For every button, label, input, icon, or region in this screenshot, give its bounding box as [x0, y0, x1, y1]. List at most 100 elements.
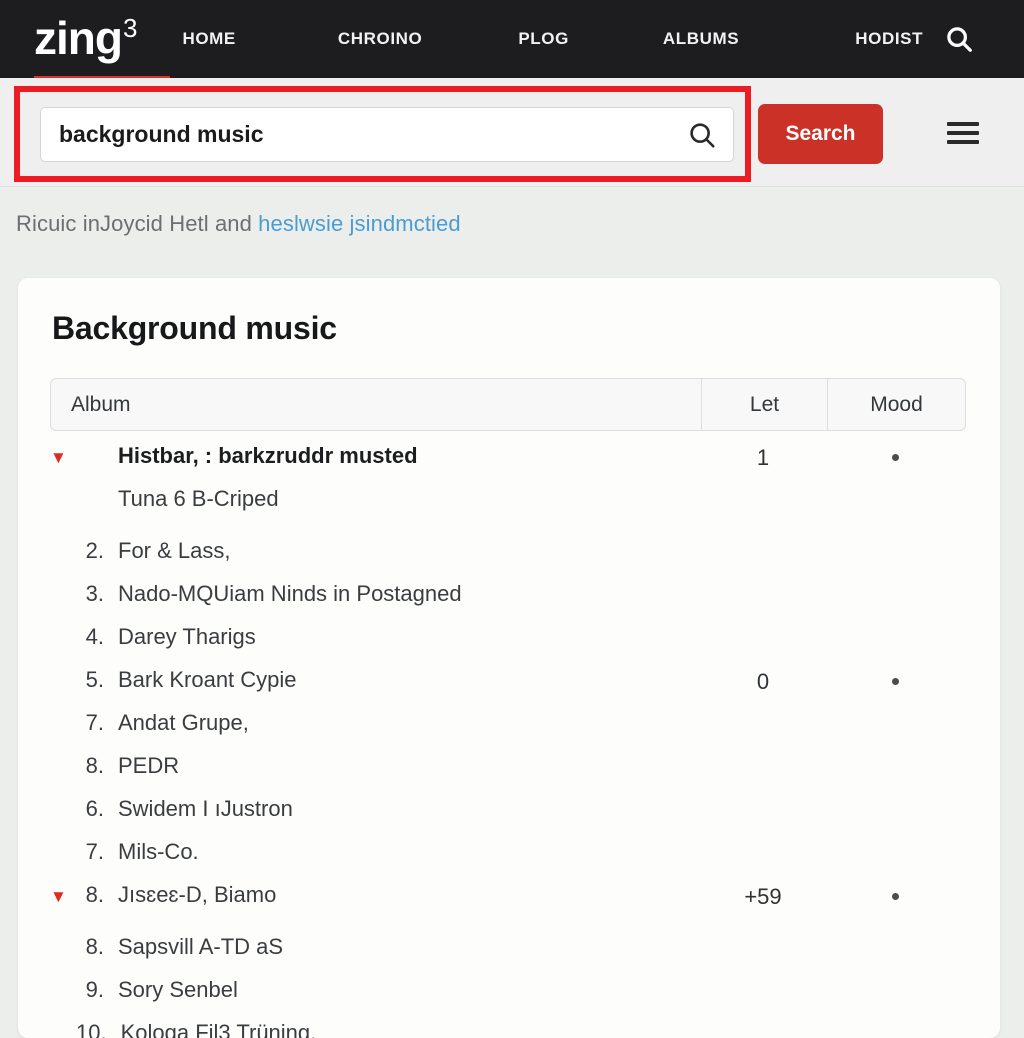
- row-album-title[interactable]: Mils-Co.: [118, 839, 199, 865]
- page-title: Background music: [52, 310, 337, 346]
- row-album-cell: ▼ 2. For & Lass,: [18, 538, 700, 568]
- row-index: 2.: [85, 538, 104, 563]
- nav-item-plog[interactable]: PLOG: [508, 29, 579, 49]
- top-navigation-bar: zing 3 HOME CHROINO PLOG ALBUMS HODIST: [0, 0, 1024, 83]
- row-album-cell: ▼ 7. Andat Grupe,: [18, 710, 700, 740]
- row-album-title[interactable]: Sory Senbel: [118, 977, 238, 1003]
- row-index: 4.: [85, 624, 104, 649]
- table-row[interactable]: ▼10. Kologa Fil3 Trüning,: [18, 1020, 1000, 1038]
- row-indent-spacer: ▼: [50, 934, 76, 964]
- table-row[interactable]: ▼ 6. Swidem I ıJustron: [18, 796, 1000, 839]
- table-row[interactable]: ▼ 8. Sapsvill A-TD aS: [18, 934, 1000, 977]
- row-album-title[interactable]: Sapsvill A-TD aS: [118, 934, 283, 960]
- breadcrumb: Ricuic inJoycid Hetl and heslwsie jsindm…: [16, 211, 461, 237]
- row-album-cell: ▼.Histbar, : barkzruddr musted: [18, 443, 700, 473]
- row-album-cell: ▼.Tuna 6 B-Criped: [18, 486, 700, 516]
- row-index: .: [76, 443, 118, 469]
- row-gap: [18, 925, 1000, 934]
- table-row[interactable]: ▼ 8. Jısɛeɛ-D, Biamo +59: [18, 882, 1000, 925]
- nav-item-albums[interactable]: ALBUMS: [653, 29, 749, 49]
- breadcrumb-link[interactable]: heslwsie jsindmctied: [258, 211, 461, 236]
- row-indent-spacer: ▼: [50, 624, 76, 654]
- search-submit-button[interactable]: Search: [758, 104, 883, 164]
- search-input[interactable]: [59, 121, 687, 148]
- burger-line: [947, 131, 979, 135]
- row-album-cell: ▼ 8. PEDR: [18, 753, 700, 783]
- row-index: 5.: [85, 667, 104, 692]
- row-album-cell: ▼ 4. Darey Tharigs: [18, 624, 700, 654]
- row-indent-spacer: ▼: [50, 667, 76, 697]
- row-let-value: 0: [756, 669, 770, 694]
- table-row[interactable]: ▼ 3. Nado-MQUiam Ninds in Postagned: [18, 581, 1000, 624]
- row-indent-spacer: ▼: [50, 753, 76, 783]
- row-album-title[interactable]: Nado-MQUiam Ninds in Postagned: [118, 581, 462, 607]
- column-header-mood[interactable]: Mood: [827, 379, 965, 430]
- row-index: 9.: [85, 977, 104, 1002]
- table-row[interactable]: ▼.Histbar, : barkzruddr musted 1: [18, 443, 1000, 486]
- site-logo[interactable]: zing 3: [34, 12, 170, 83]
- table-header-row: Album Let Mood: [50, 378, 966, 431]
- row-album-cell: ▼ 9. Sory Senbel: [18, 977, 700, 1007]
- table-row[interactable]: ▼ 2. For & Lass,: [18, 538, 1000, 581]
- nav-item-home[interactable]: HOME: [172, 29, 245, 49]
- row-index: 8.: [85, 753, 104, 778]
- row-indent-spacer: ▼: [50, 977, 76, 1007]
- burger-line: [947, 122, 979, 126]
- row-album-cell: ▼ 5. Bark Kroant Cypie: [18, 667, 700, 697]
- search-input-wrapper[interactable]: [40, 107, 734, 162]
- logo-superscript: 3: [122, 13, 138, 43]
- row-let-value: 1: [756, 445, 770, 470]
- burger-line: [947, 140, 979, 144]
- column-header-let[interactable]: Let: [701, 379, 827, 430]
- table-row[interactable]: ▼ 5. Bark Kroant Cypie 0: [18, 667, 1000, 710]
- results-list: ▼.Histbar, : barkzruddr musted 1 ▼.Tuna 6 …: [18, 443, 1000, 1038]
- row-index: 6.: [85, 796, 104, 821]
- search-icon[interactable]: [942, 22, 976, 56]
- row-indent-spacer: ▼: [50, 538, 76, 568]
- collapse-triangle-icon[interactable]: ▼: [50, 443, 76, 473]
- row-album-title[interactable]: Tuna 6 B-Criped: [118, 486, 279, 512]
- row-album-cell: ▼ 8. Jısɛeɛ-D, Biamo: [18, 882, 700, 912]
- row-album-cell: ▼ 7. Mils-Co.: [18, 839, 700, 869]
- table-row[interactable]: ▼ 8. PEDR: [18, 753, 1000, 796]
- table-row[interactable]: ▼.Tuna 6 B-Criped: [18, 486, 1000, 529]
- nav-item-hodist[interactable]: HODIST: [845, 29, 933, 49]
- row-indent-spacer: ▼: [50, 710, 76, 740]
- search-icon[interactable]: [687, 120, 717, 150]
- row-indent-spacer: ▼: [50, 486, 76, 516]
- row-mood-value: [826, 667, 964, 697]
- row-album-title[interactable]: Kologa Fil3 Trüning,: [121, 1020, 317, 1038]
- row-album-title[interactable]: Bark Kroant Cypie: [118, 667, 297, 693]
- row-let-value: +59: [744, 884, 782, 909]
- row-indent-spacer: ▼: [50, 839, 76, 869]
- row-album-cell: ▼ 6. Swidem I ıJustron: [18, 796, 700, 826]
- row-album-title[interactable]: PEDR: [118, 753, 179, 779]
- table-row[interactable]: ▼ 4. Darey Tharigs: [18, 624, 1000, 667]
- row-album-cell: ▼10. Kologa Fil3 Trüning,: [18, 1020, 700, 1038]
- breadcrumb-text: Ricuic inJoycid Hetl and: [16, 211, 259, 236]
- row-indent-spacer: ▼: [50, 581, 76, 611]
- row-index: 8.: [85, 882, 104, 907]
- row-album-title[interactable]: Jısɛeɛ-D, Biamo: [118, 882, 276, 908]
- row-gap: [18, 529, 1000, 538]
- nav-links: HOME CHROINO PLOG ALBUMS HODIST: [172, 0, 942, 78]
- table-row[interactable]: ▼ 7. Mils-Co.: [18, 839, 1000, 882]
- hamburger-menu-icon[interactable]: [947, 119, 979, 147]
- row-album-title[interactable]: Histbar, : barkzruddr musted: [118, 443, 418, 469]
- column-header-album[interactable]: Album: [51, 379, 701, 430]
- row-album-title[interactable]: Darey Tharigs: [118, 624, 256, 650]
- row-album-cell: ▼ 8. Sapsvill A-TD aS: [18, 934, 700, 964]
- row-album-title[interactable]: Andat Grupe,: [118, 710, 249, 736]
- table-row[interactable]: ▼ 7. Andat Grupe,: [18, 710, 1000, 753]
- row-mood-value: [826, 882, 964, 912]
- collapse-triangle-icon[interactable]: ▼: [50, 882, 76, 912]
- logo-word: zing: [34, 12, 123, 64]
- row-album-title[interactable]: For & Lass,: [118, 538, 230, 564]
- row-album-title[interactable]: Swidem I ıJustron: [118, 796, 293, 822]
- row-album-cell: ▼ 3. Nado-MQUiam Ninds in Postagned: [18, 581, 700, 611]
- row-index: 7.: [85, 710, 104, 735]
- mood-dot-icon: [891, 893, 899, 901]
- nav-item-chroino[interactable]: CHROINO: [328, 29, 432, 49]
- table-row[interactable]: ▼ 9. Sory Senbel: [18, 977, 1000, 1020]
- row-indent-spacer: ▼: [50, 796, 76, 826]
